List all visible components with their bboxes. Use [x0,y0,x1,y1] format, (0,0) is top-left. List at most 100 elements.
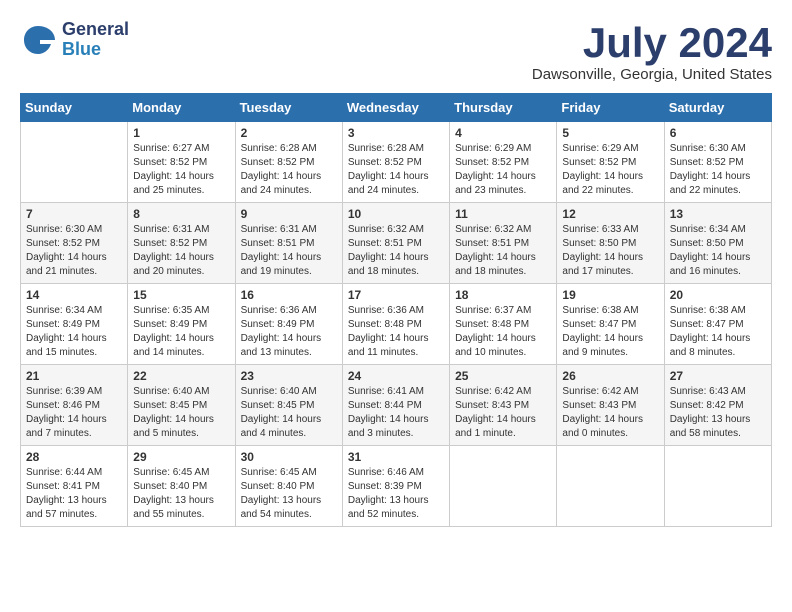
calendar-cell: 4 Sunrise: 6:29 AM Sunset: 8:52 PM Daylig… [450,122,557,203]
day-info: Sunrise: 6:35 AM Sunset: 8:49 PM Dayligh… [133,304,229,360]
calendar-cell: 13 Sunrise: 6:34 AM Sunset: 8:50 PM Dayli… [664,203,771,284]
logo-general: General [62,19,129,39]
calendar-cell: 16 Sunrise: 6:36 AM Sunset: 8:49 PM Dayli… [235,284,342,365]
day-number: 13 [670,207,766,221]
calendar-cell: 27 Sunrise: 6:43 AM Sunset: 8:42 PM Dayli… [664,365,771,446]
week-row-4: 21 Sunrise: 6:39 AM Sunset: 8:46 PM Dayli… [21,365,772,446]
day-info: Sunrise: 6:36 AM Sunset: 8:48 PM Dayligh… [348,304,444,360]
calendar-cell: 6 Sunrise: 6:30 AM Sunset: 8:52 PM Daylig… [664,122,771,203]
day-info: Sunrise: 6:29 AM Sunset: 8:52 PM Dayligh… [562,142,658,198]
day-number: 4 [455,126,551,140]
calendar-cell: 9Sunrise: 6:31 AM Sunset: 8:51 PM Daylig… [235,203,342,284]
day-number: 17 [348,288,444,302]
logo-icon [20,22,56,58]
day-info: Sunrise: 6:31 AM Sunset: 8:52 PM Dayligh… [133,223,229,279]
day-info: Sunrise: 6:37 AM Sunset: 8:48 PM Dayligh… [455,304,551,360]
calendar-cell: 10Sunrise: 6:32 AM Sunset: 8:51 PM Dayli… [342,203,449,284]
page-header: General Blue July 2024 Dawsonville, Geor… [20,20,772,83]
calendar-body: 1 Sunrise: 6:27 AM Sunset: 8:52 PM Daylig… [21,122,772,527]
day-number: 26 [562,369,658,383]
day-number: 18 [455,288,551,302]
header-sunday: Sunday [21,94,128,122]
day-info: Sunrise: 6:42 AM Sunset: 8:43 PM Dayligh… [562,385,658,441]
day-number: 14 [26,288,122,302]
day-info: Sunrise: 6:34 AM Sunset: 8:50 PM Dayligh… [670,223,766,279]
day-info: Sunrise: 6:46 AM Sunset: 8:39 PM Dayligh… [348,466,444,522]
day-number: 2 [241,126,337,140]
day-number: 19 [562,288,658,302]
day-number: 12 [562,207,658,221]
calendar-cell: 11 Sunrise: 6:32 AM Sunset: 8:51 PM Dayli… [450,203,557,284]
logo-text: General Blue [62,20,129,60]
header-wednesday: Wednesday [342,94,449,122]
day-info: Sunrise: 6:39 AM Sunset: 8:46 PM Dayligh… [26,385,122,441]
calendar-cell: 14 Sunrise: 6:34 AM Sunset: 8:49 PM Dayli… [21,284,128,365]
day-info: Sunrise: 6:30 AM Sunset: 8:52 PM Dayligh… [670,142,766,198]
calendar-cell: 5 Sunrise: 6:29 AM Sunset: 8:52 PM Daylig… [557,122,664,203]
calendar-cell: 12 Sunrise: 6:33 AM Sunset: 8:50 PM Dayli… [557,203,664,284]
day-number: 16 [241,288,337,302]
week-row-3: 14 Sunrise: 6:34 AM Sunset: 8:49 PM Dayli… [21,284,772,365]
logo: General Blue [20,20,129,60]
day-info: Sunrise: 6:30 AM Sunset: 8:52 PM Dayligh… [26,223,122,279]
calendar-cell: 23Sunrise: 6:40 AM Sunset: 8:45 PM Dayli… [235,365,342,446]
day-number: 23 [241,369,337,383]
day-number: 24 [348,369,444,383]
day-info: Sunrise: 6:45 AM Sunset: 8:40 PM Dayligh… [241,466,337,522]
header-thursday: Thursday [450,94,557,122]
title-block: July 2024 Dawsonville, Georgia, United S… [532,20,772,83]
day-info: Sunrise: 6:33 AM Sunset: 8:50 PM Dayligh… [562,223,658,279]
day-info: Sunrise: 6:28 AM Sunset: 8:52 PM Dayligh… [348,142,444,198]
calendar-header: Sunday Monday Tuesday Wednesday Thursday… [21,94,772,122]
calendar-cell: 21 Sunrise: 6:39 AM Sunset: 8:46 PM Dayli… [21,365,128,446]
day-info: Sunrise: 6:45 AM Sunset: 8:40 PM Dayligh… [133,466,229,522]
day-number: 25 [455,369,551,383]
day-number: 6 [670,126,766,140]
day-info: Sunrise: 6:42 AM Sunset: 8:43 PM Dayligh… [455,385,551,441]
day-info: Sunrise: 6:36 AM Sunset: 8:49 PM Dayligh… [241,304,337,360]
calendar-cell: 26 Sunrise: 6:42 AM Sunset: 8:43 PM Dayli… [557,365,664,446]
day-number: 8 [133,207,229,221]
week-row-1: 1 Sunrise: 6:27 AM Sunset: 8:52 PM Daylig… [21,122,772,203]
calendar-cell: 17 Sunrise: 6:36 AM Sunset: 8:48 PM Dayli… [342,284,449,365]
day-number: 5 [562,126,658,140]
calendar-cell: 24Sunrise: 6:41 AM Sunset: 8:44 PM Dayli… [342,365,449,446]
week-row-2: 7 Sunrise: 6:30 AM Sunset: 8:52 PM Daylig… [21,203,772,284]
day-number: 3 [348,126,444,140]
day-number: 28 [26,450,122,464]
calendar-cell: 28 Sunrise: 6:44 AM Sunset: 8:41 PM Dayli… [21,446,128,527]
calendar-cell: 20Sunrise: 6:38 AM Sunset: 8:47 PM Dayli… [664,284,771,365]
day-number: 21 [26,369,122,383]
calendar-cell: 29 Sunrise: 6:45 AM Sunset: 8:40 PM Dayli… [128,446,235,527]
day-number: 1 [133,126,229,140]
calendar-cell: 3 Sunrise: 6:28 AM Sunset: 8:52 PM Daylig… [342,122,449,203]
calendar-cell: 2Sunrise: 6:28 AM Sunset: 8:52 PM Daylig… [235,122,342,203]
calendar-cell [557,446,664,527]
day-info: Sunrise: 6:32 AM Sunset: 8:51 PM Dayligh… [455,223,551,279]
header-saturday: Saturday [664,94,771,122]
day-info: Sunrise: 6:44 AM Sunset: 8:41 PM Dayligh… [26,466,122,522]
day-number: 10 [348,207,444,221]
day-info: Sunrise: 6:29 AM Sunset: 8:52 PM Dayligh… [455,142,551,198]
day-info: Sunrise: 6:43 AM Sunset: 8:42 PM Dayligh… [670,385,766,441]
calendar-cell: 1 Sunrise: 6:27 AM Sunset: 8:52 PM Daylig… [128,122,235,203]
day-number: 11 [455,207,551,221]
day-number: 27 [670,369,766,383]
calendar-table: Sunday Monday Tuesday Wednesday Thursday… [20,93,772,527]
day-info: Sunrise: 6:38 AM Sunset: 8:47 PM Dayligh… [562,304,658,360]
calendar-cell: 19 Sunrise: 6:38 AM Sunset: 8:47 PM Dayli… [557,284,664,365]
day-number: 30 [241,450,337,464]
calendar-cell: 15Sunrise: 6:35 AM Sunset: 8:49 PM Dayli… [128,284,235,365]
calendar-cell [21,122,128,203]
location: Dawsonville, Georgia, United States [532,66,772,83]
logo-blue: Blue [62,39,101,59]
day-number: 29 [133,450,229,464]
day-number: 7 [26,207,122,221]
calendar-cell: 22Sunrise: 6:40 AM Sunset: 8:45 PM Dayli… [128,365,235,446]
day-number: 31 [348,450,444,464]
day-info: Sunrise: 6:27 AM Sunset: 8:52 PM Dayligh… [133,142,229,198]
day-info: Sunrise: 6:34 AM Sunset: 8:49 PM Dayligh… [26,304,122,360]
month-title: July 2024 [532,20,772,66]
day-number: 9 [241,207,337,221]
calendar-cell [664,446,771,527]
